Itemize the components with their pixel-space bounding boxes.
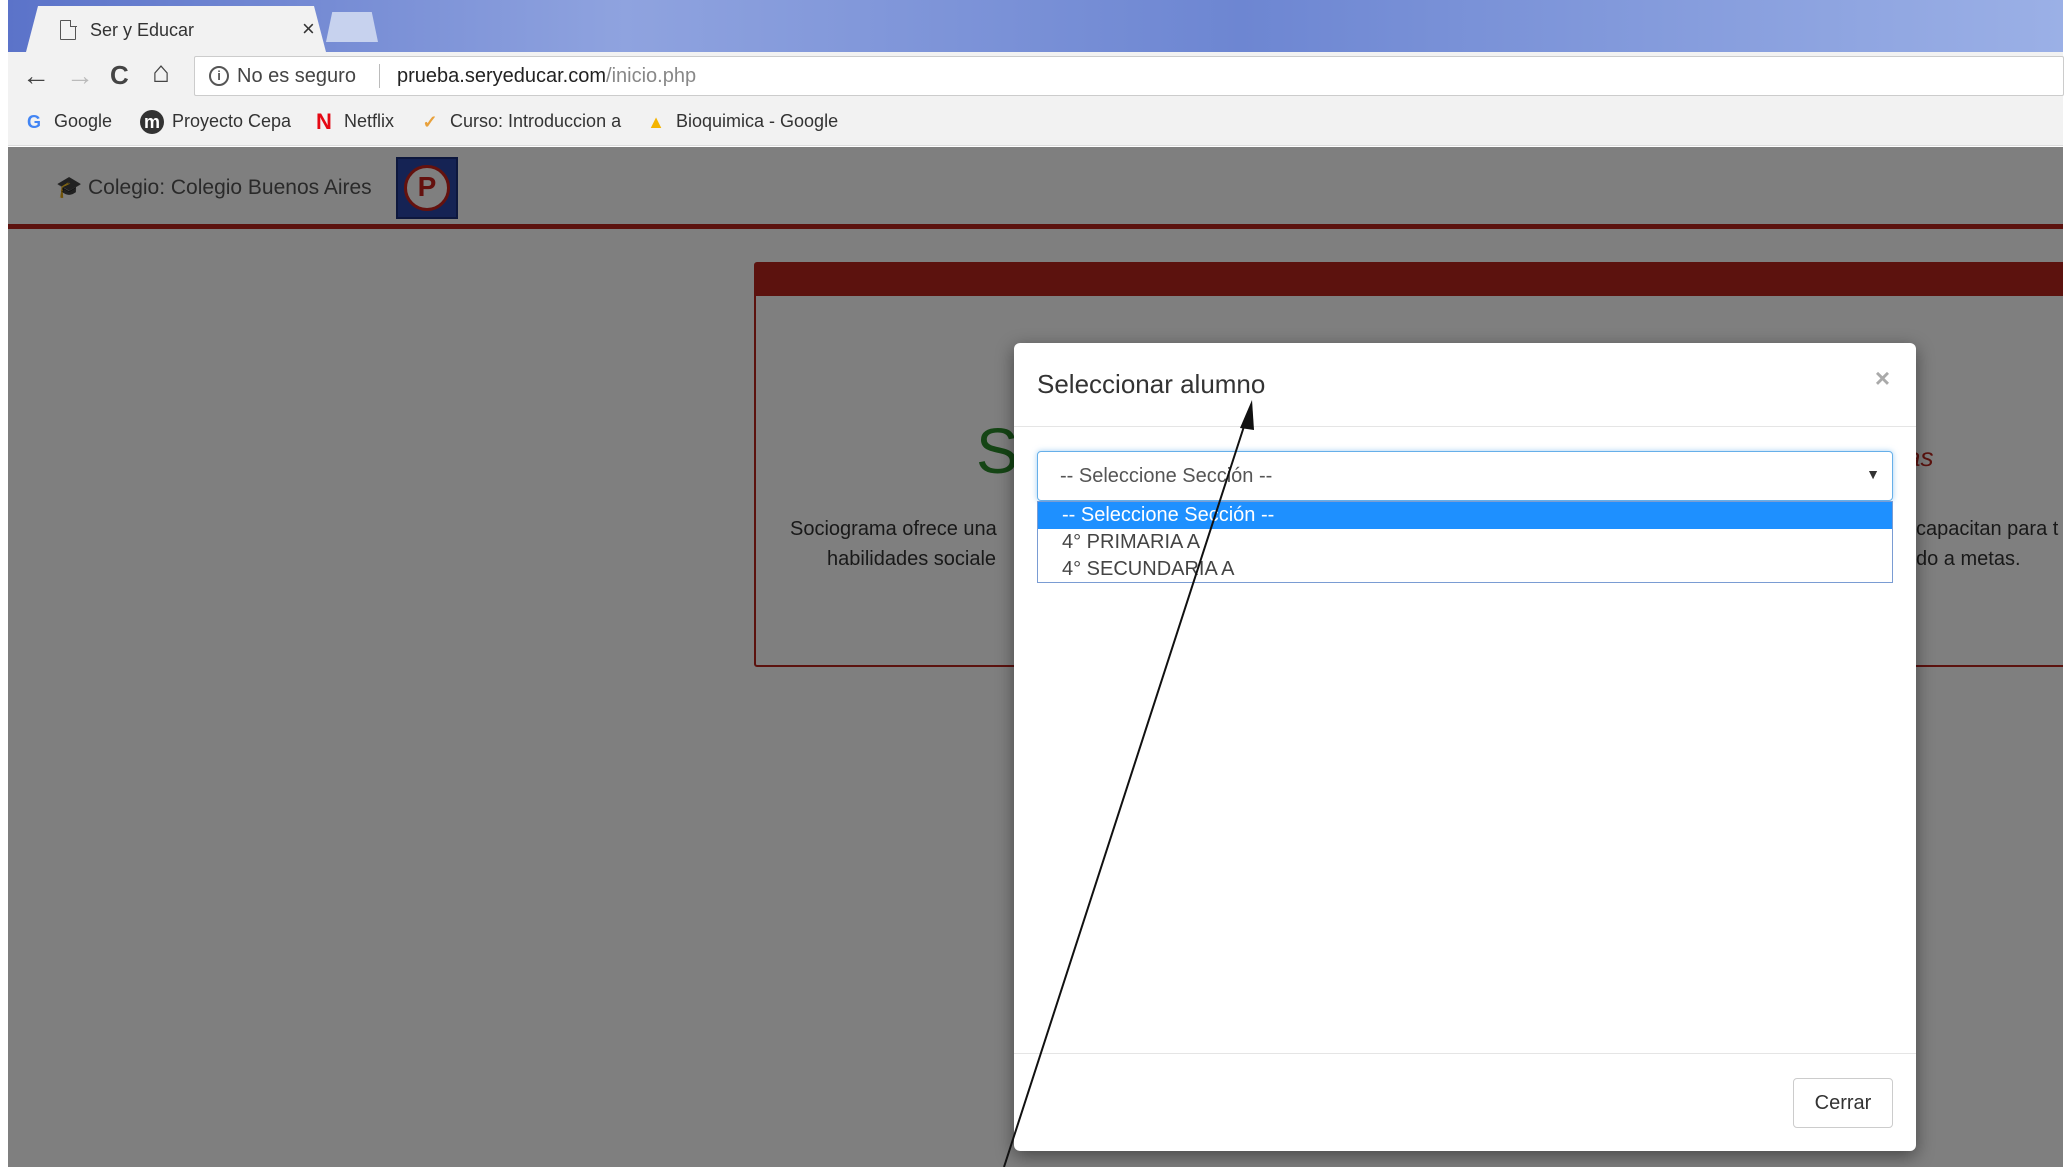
annotation-arrow-line	[1003, 413, 1249, 1167]
annotation-arrow	[1003, 400, 1254, 1167]
annotation-arrow-head	[1240, 400, 1254, 430]
browser-window: Ser y Educar × ← → C ⌂ i No es seguro pr…	[8, 0, 2064, 1167]
